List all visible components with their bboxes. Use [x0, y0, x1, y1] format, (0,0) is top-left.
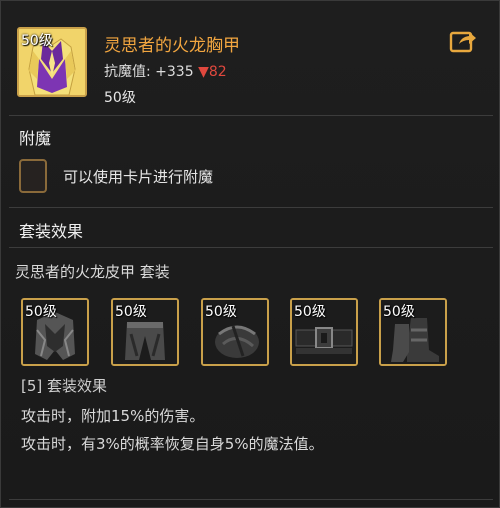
divider-middle: [9, 207, 493, 208]
set-piece-boots[interactable]: 50级: [379, 298, 447, 366]
item-icon-chestplate[interactable]: 50级: [17, 27, 87, 97]
item-level: 50级: [104, 90, 136, 106]
set-bonus-line-2: 攻击时，有3%的概率恢复自身5%的魔法值。: [21, 435, 324, 453]
enchant-card-slot[interactable]: [19, 159, 47, 193]
set-bonus-line-1: 攻击时，附加15%的伤害。: [21, 407, 205, 425]
item-level-tag: 50级: [21, 33, 53, 49]
set-bonus-title: [5] 套装效果: [21, 377, 108, 395]
set-piece-belt[interactable]: 50级: [290, 298, 358, 366]
enchant-section-title: 附魔: [19, 129, 52, 148]
magic-resist-stat: 抗魔值: +335 ▼82: [104, 61, 227, 81]
item-tooltip-panel: 50级 灵思者的火龙胸甲 抗魔值: +335 ▼82 50级 附魔 可以使用卡片…: [0, 0, 500, 508]
piece-level-tag: 50级: [25, 304, 57, 320]
piece-level-tag: 50级: [383, 304, 415, 320]
set-piece-helmet[interactable]: 50级: [21, 298, 89, 366]
piece-level-tag: 50级: [294, 304, 326, 320]
divider-set: [9, 247, 493, 248]
divider-top: [9, 115, 493, 116]
stat-label: 抗魔值: +335: [104, 64, 194, 80]
piece-level-tag: 50级: [205, 304, 237, 320]
set-piece-shoulder[interactable]: 50级: [201, 298, 269, 366]
enchant-slot-text: 可以使用卡片进行附魔: [63, 168, 214, 186]
set-piece-pants[interactable]: 50级: [111, 298, 179, 366]
item-name: 灵思者的火龙胸甲: [104, 36, 240, 56]
piece-level-tag: 50级: [115, 304, 147, 320]
divider-bottom: [9, 499, 493, 500]
share-icon: [449, 31, 476, 53]
set-section-title: 套装效果: [19, 222, 84, 241]
stat-down-value: ▼82: [198, 64, 227, 80]
set-name: 灵思者的火龙皮甲 套装: [15, 263, 170, 281]
share-button[interactable]: [449, 29, 477, 53]
